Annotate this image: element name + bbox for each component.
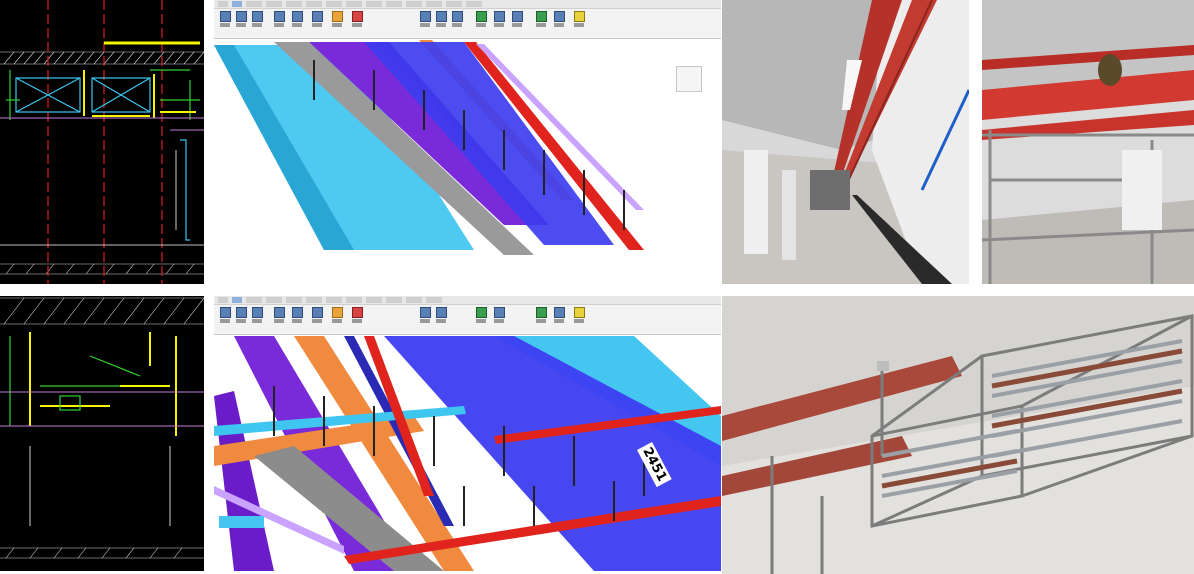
cad-linework-bottom [0,297,204,559]
bim-model-bottom: 2451 [214,296,721,571]
site-photo-scaffold [982,0,1194,284]
corridor-photo-render [722,0,969,284]
site-photo-corridor [722,0,969,284]
cable-tray-photo-render [722,296,1194,574]
cad-drawing-bottom [0,296,204,571]
cad-drawing-top [0,0,204,284]
bim-model-top [214,0,721,284]
bim-3d-scene-bottom [214,336,721,571]
bim-3d-scene-top [214,40,644,255]
scaffold-photo-render [982,0,1194,284]
site-photo-cable-trays [722,296,1194,574]
cad-linework-top [0,0,204,284]
